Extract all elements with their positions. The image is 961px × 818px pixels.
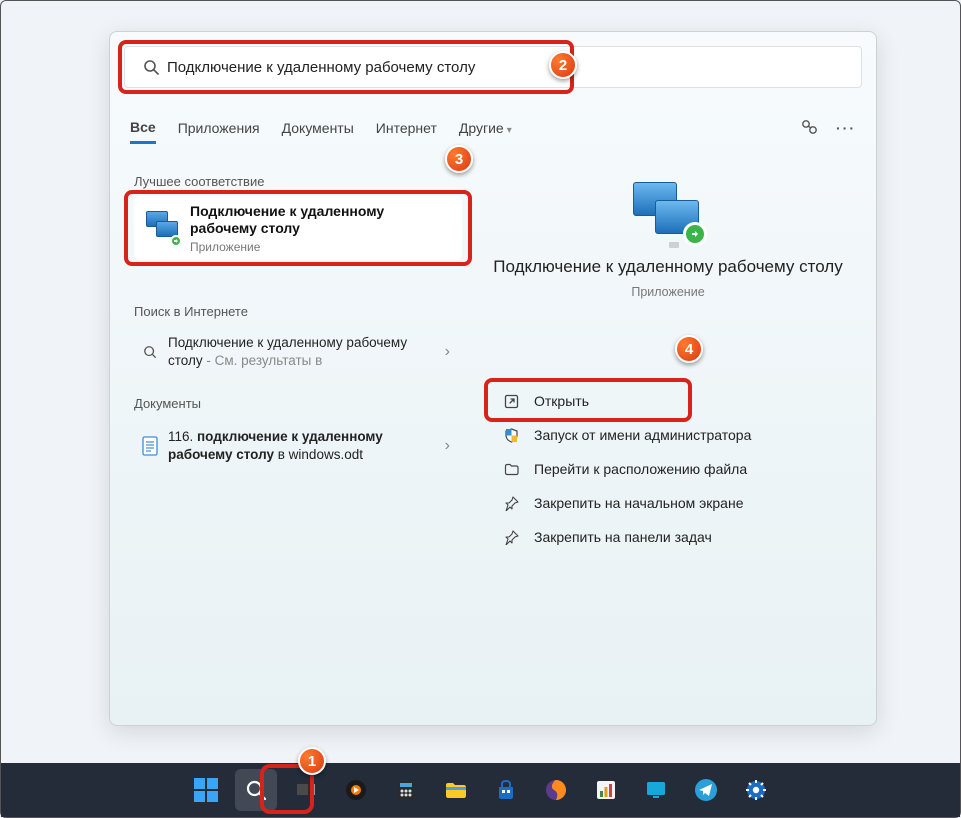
result-title: Подключение к удаленному рабочему столу (190, 203, 450, 238)
search-icon (138, 345, 162, 359)
web-result-text: Подключение к удаленному рабочему столу … (168, 334, 445, 369)
shield-icon (502, 428, 520, 443)
label-best-match: Лучшее соответствие (134, 174, 264, 189)
tab-docs[interactable]: Документы (282, 114, 354, 142)
windows-logo-icon (194, 778, 218, 802)
action-open-label: Открыть (534, 393, 589, 409)
web-result[interactable]: Подключение к удаленному рабочему столу … (134, 328, 454, 375)
taskview-icon (295, 779, 317, 801)
filter-tabs: Все Приложения Документы Интернет Другие… (130, 108, 856, 148)
taskbar-media-player[interactable] (335, 769, 377, 811)
chart-icon (595, 779, 617, 801)
taskbar-telegram[interactable] (685, 769, 727, 811)
taskbar-explorer[interactable] (435, 769, 477, 811)
taskbar-search-button[interactable] (235, 769, 277, 811)
action-location-label: Перейти к расположению файла (534, 461, 747, 477)
preview-title: Подключение к удаленному рабочему столу (480, 256, 856, 279)
pin-icon (502, 530, 520, 545)
remote-desktop-icon (146, 211, 180, 245)
chevron-right-icon: › (445, 343, 450, 361)
telegram-icon (694, 778, 718, 802)
action-pin-start[interactable]: Закрепить на начальном экране (494, 486, 834, 520)
preview-subtitle: Приложение (480, 285, 856, 299)
document-icon (138, 436, 162, 456)
tab-web[interactable]: Интернет (376, 114, 437, 142)
chevron-right-icon: › (445, 437, 450, 455)
search-icon (245, 779, 267, 801)
label-web-search: Поиск в Интернете (134, 304, 248, 319)
folder-icon (502, 462, 520, 477)
remote-desktop-icon-large (633, 182, 703, 242)
start-button[interactable] (185, 769, 227, 811)
action-open[interactable]: Открыть (494, 384, 834, 418)
pin-icon (502, 496, 520, 511)
step-badge-1: 1 (298, 747, 326, 775)
step-badge-4: 4 (675, 335, 703, 363)
gear-icon (745, 779, 767, 801)
chevron-down-icon: ▾ (507, 125, 512, 136)
taskbar-store[interactable] (485, 769, 527, 811)
tab-all[interactable]: Все (130, 113, 156, 144)
result-subtitle: Приложение (190, 240, 450, 254)
document-result-text: 116. подключение к удаленному рабочему с… (168, 428, 445, 464)
search-panel: Все Приложения Документы Интернет Другие… (109, 31, 877, 726)
step-badge-3: 3 (445, 145, 473, 173)
preview-pane: Подключение к удаленному рабочему столу … (480, 182, 856, 299)
open-icon (502, 394, 520, 409)
taskbar-chart-app[interactable] (585, 769, 627, 811)
taskbar-display-app[interactable] (635, 769, 677, 811)
monitor-icon (644, 779, 668, 801)
folder-icon (444, 779, 468, 801)
firefox-icon (544, 778, 568, 802)
tab-more[interactable]: Другие▾ (459, 114, 512, 142)
step-badge-2: 2 (549, 51, 577, 79)
calculator-icon (395, 779, 417, 801)
search-box[interactable] (124, 46, 862, 88)
search-input[interactable] (167, 59, 843, 76)
tab-apps[interactable]: Приложения (178, 114, 260, 142)
action-run-as-admin[interactable]: Запуск от имени администратора (494, 418, 834, 452)
label-documents: Документы (134, 396, 201, 411)
media-icon (344, 778, 368, 802)
action-list: Открыть Запуск от имени администратора П… (494, 384, 834, 554)
action-open-location[interactable]: Перейти к расположению файла (494, 452, 834, 486)
action-pin-taskbar[interactable]: Закрепить на панели задач (494, 520, 834, 554)
action-admin-label: Запуск от имени администратора (534, 427, 751, 443)
recent-searches-icon[interactable] (800, 118, 818, 139)
taskbar-settings[interactable] (735, 769, 777, 811)
taskbar-taskview[interactable] (285, 769, 327, 811)
action-pintask-label: Закрепить на панели задач (534, 529, 712, 545)
taskbar-firefox[interactable] (535, 769, 577, 811)
best-match-result[interactable]: Подключение к удаленному рабочему столу … (134, 196, 462, 260)
taskbar-calculator[interactable] (385, 769, 427, 811)
document-result[interactable]: 116. подключение к удаленному рабочему с… (134, 422, 454, 470)
taskbar (1, 763, 960, 817)
more-options-icon[interactable]: ··· (836, 120, 856, 136)
store-icon (495, 779, 517, 801)
action-pinstart-label: Закрепить на начальном экране (534, 495, 744, 511)
search-icon (143, 59, 159, 75)
